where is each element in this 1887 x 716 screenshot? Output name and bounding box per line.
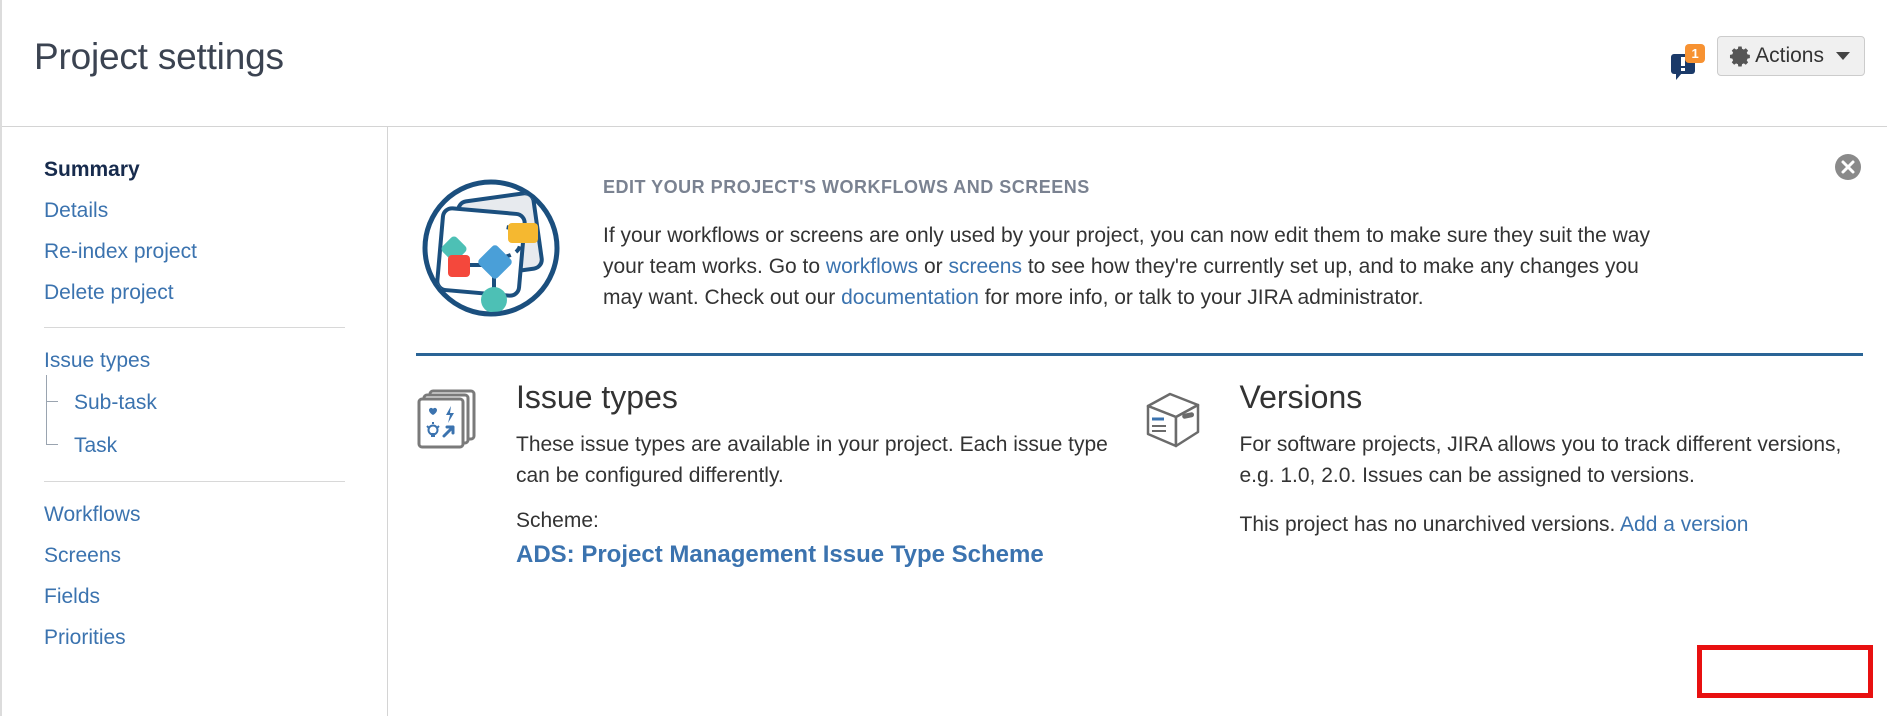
tree-branch-end-icon: [46, 418, 62, 461]
notification-badge-count: 1: [1685, 44, 1705, 63]
scheme-label: Scheme:: [516, 509, 1120, 533]
sidebar-item-re-index-project[interactable]: Re-index project: [44, 231, 357, 272]
issue-types-body: These issue types are available in your …: [516, 429, 1120, 491]
page-title: Project settings: [34, 36, 284, 78]
feature-banner: EDIT YOUR PROJECT'S WORKFLOWS AND SCREEN…: [388, 127, 1887, 328]
sidebar-sub-label: Sub-task: [74, 391, 157, 414]
sidebar-secondary-group: Workflows Screens Fields Priorities: [2, 494, 387, 658]
sidebar-item-sub-task[interactable]: Sub-task: [44, 381, 357, 424]
tree-branch-icon: [46, 375, 62, 418]
issue-types-card-main: Issue types These issue types are availa…: [508, 380, 1120, 569]
banner-body-part-2: or: [918, 255, 948, 278]
sidebar-item-issue-types[interactable]: Issue types: [44, 340, 357, 381]
chevron-down-icon: [1836, 52, 1850, 60]
issue-types-card: Issue types These issue types are availa…: [416, 380, 1140, 569]
issue-types-cards-icon: [416, 380, 508, 569]
sidebar-sub-label: Task: [74, 434, 117, 457]
settings-sidebar: Summary Details Re-index project Delete …: [2, 127, 388, 716]
issue-type-scheme-link[interactable]: ADS: Project Management Issue Type Schem…: [516, 541, 1044, 569]
sidebar-item-priorities[interactable]: Priorities: [44, 617, 357, 658]
notification-bubble-icon[interactable]: 1: [1671, 44, 1705, 82]
workflow-diagram-illustration: [416, 169, 591, 328]
project-settings-page: Project settings 1 Actions: [0, 0, 1887, 716]
screens-link[interactable]: screens: [948, 255, 1022, 278]
banner-body: If your workflows or screens are only us…: [603, 220, 1651, 313]
sidebar-item-screens[interactable]: Screens: [44, 535, 357, 576]
documentation-link[interactable]: documentation: [841, 286, 979, 309]
sidebar-item-summary[interactable]: Summary: [44, 149, 357, 190]
banner-title: EDIT YOUR PROJECT'S WORKFLOWS AND SCREEN…: [603, 177, 1651, 198]
page-body: Summary Details Re-index project Delete …: [2, 127, 1887, 716]
versions-body: For software projects, JIRA allows you t…: [1240, 429, 1844, 491]
page-header: Project settings 1 Actions: [2, 0, 1887, 127]
banner-body-part-4: for more info, or talk to your JIRA admi…: [979, 286, 1424, 309]
banner-text-block: EDIT YOUR PROJECT'S WORKFLOWS AND SCREEN…: [591, 169, 1651, 328]
header-actions-area: 1 Actions: [1671, 36, 1865, 82]
versions-status: This project has no unarchived versions.…: [1240, 513, 1844, 537]
add-a-version-link[interactable]: Add a version: [1620, 513, 1748, 536]
issue-types-title: Issue types: [516, 380, 1120, 415]
versions-card: Versions For software projects, JIRA all…: [1140, 380, 1864, 569]
versions-card-main: Versions For software projects, JIRA all…: [1232, 380, 1844, 569]
sidebar-item-task[interactable]: Task: [44, 424, 357, 467]
gear-icon: [1728, 44, 1753, 69]
sidebar-divider-2: [44, 481, 345, 482]
sidebar-item-delete-project[interactable]: Delete project: [44, 272, 357, 313]
settings-content: EDIT YOUR PROJECT'S WORKFLOWS AND SCREEN…: [388, 127, 1887, 716]
versions-box-icon: [1140, 380, 1232, 569]
close-icon[interactable]: [1835, 154, 1861, 180]
sidebar-divider-1: [44, 327, 345, 328]
workflows-link[interactable]: workflows: [826, 255, 918, 278]
settings-cards: Issue types These issue types are availa…: [388, 356, 1887, 569]
sidebar-primary-group: Summary Details Re-index project Delete …: [2, 149, 387, 313]
sidebar-issue-types-group: Issue types Sub-task Task: [2, 340, 387, 467]
sidebar-item-fields[interactable]: Fields: [44, 576, 357, 617]
versions-status-text: This project has no unarchived versions.: [1240, 513, 1621, 536]
actions-button[interactable]: Actions: [1717, 36, 1865, 76]
versions-title: Versions: [1240, 380, 1844, 415]
sidebar-item-details[interactable]: Details: [44, 190, 357, 231]
actions-button-label: Actions: [1755, 44, 1824, 68]
sidebar-item-workflows[interactable]: Workflows: [44, 494, 357, 535]
